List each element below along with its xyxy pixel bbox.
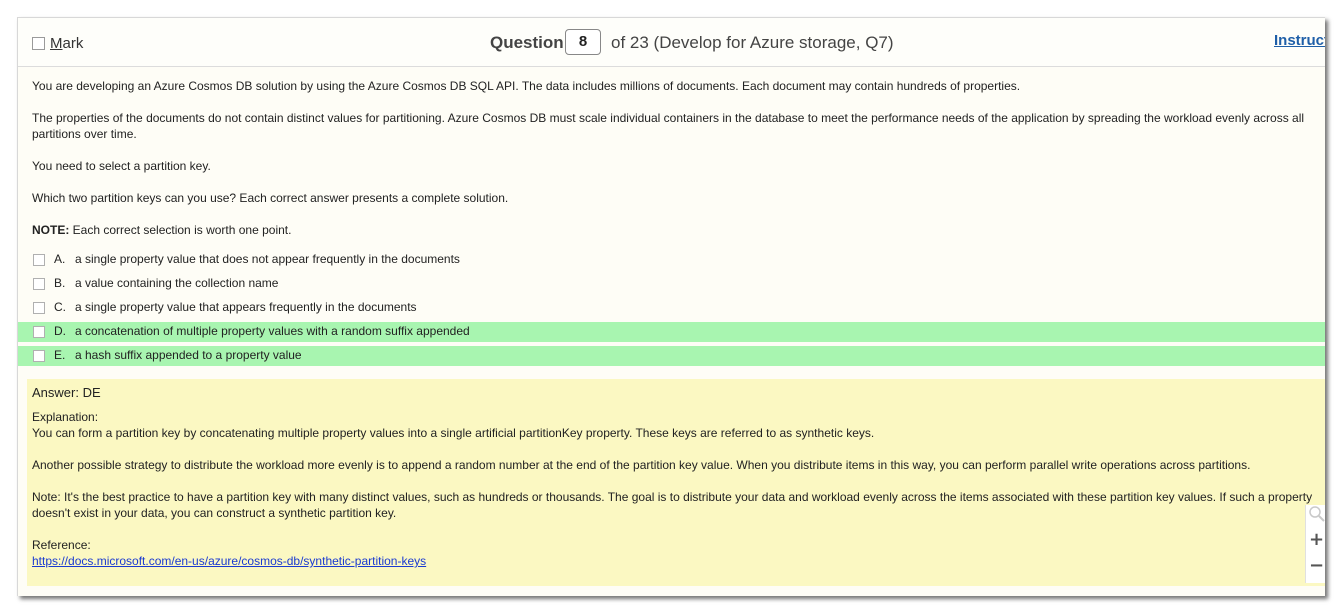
option-b[interactable]: B. a value containing the collection nam… — [18, 274, 1325, 294]
question-note: NOTE: Each correct selection is worth on… — [32, 222, 1322, 238]
question-paragraph: Which two partition keys can you use? Ea… — [32, 191, 509, 205]
question-body: You are developing an Azure Cosmos DB so… — [32, 78, 1322, 254]
option-a[interactable]: A. a single property value that does not… — [18, 250, 1325, 270]
answer-explanation-panel: Answer: DE Explanation: You can form a p… — [27, 379, 1325, 586]
question-paragraph: You are developing an Azure Cosmos DB so… — [32, 79, 1021, 93]
option-text: a single property value that appears fre… — [75, 300, 417, 314]
mark-label[interactable]: Mark — [50, 35, 83, 52]
mark-label-rest: ark — [62, 35, 84, 52]
option-d[interactable]: D. a concatenation of multiple property … — [18, 322, 1325, 342]
option-text: a concatenation of multiple property val… — [75, 324, 470, 338]
explanation-label: Explanation: — [32, 410, 99, 424]
instructions-link[interactable]: Instructions — [1274, 32, 1325, 49]
option-letter: E. — [54, 348, 66, 362]
mark-checkbox[interactable] — [32, 37, 45, 50]
option-letter: C. — [54, 300, 66, 314]
option-e[interactable]: E. a hash suffix appended to a property … — [18, 346, 1325, 366]
question-count: of 23 (Develop for Azure storage, Q7) — [611, 33, 894, 52]
option-letter: D. — [54, 324, 66, 338]
option-checkbox[interactable] — [33, 254, 45, 266]
question-number-input[interactable]: 8 — [565, 29, 601, 55]
explanation-paragraph: You can form a partition key by concaten… — [32, 426, 875, 440]
option-checkbox[interactable] — [33, 302, 45, 314]
option-text: a single property value that does not ap… — [75, 252, 460, 266]
magnifier-icon[interactable] — [1308, 505, 1325, 523]
question-window: Mark Question 8 of 23 (Develop for Azure… — [17, 17, 1325, 596]
question-header: Mark Question 8 of 23 (Develop for Azure… — [18, 18, 1325, 67]
option-text: a hash suffix appended to a property val… — [75, 348, 302, 362]
zoom-in-button[interactable]: + — [1309, 529, 1324, 550]
zoom-out-button[interactable]: − — [1309, 555, 1324, 576]
note-text: Each correct selection is worth one poin… — [69, 223, 292, 237]
option-checkbox[interactable] — [33, 326, 45, 338]
note-label: NOTE: — [32, 223, 70, 237]
reference-label: Reference: — [32, 538, 91, 552]
mark-label-accesskey: M — [50, 35, 63, 52]
question-paragraph: The properties of the documents do not c… — [32, 111, 1305, 141]
explanation-paragraph: Note: It's the best practice to have a p… — [32, 490, 1313, 520]
answer-line: Answer: DE — [32, 385, 101, 400]
question-label: Question — [490, 33, 564, 52]
option-text: a value containing the collection name — [75, 276, 279, 290]
option-c[interactable]: C. a single property value that appears … — [18, 298, 1325, 318]
question-paragraph: You need to select a partition key. — [32, 159, 211, 173]
reference-link[interactable]: https://docs.microsoft.com/en-us/azure/c… — [32, 554, 426, 568]
explanation-paragraph: Another possible strategy to distribute … — [32, 458, 1251, 472]
option-checkbox[interactable] — [33, 350, 45, 362]
option-checkbox[interactable] — [33, 278, 45, 290]
option-letter: A. — [54, 252, 66, 266]
option-letter: B. — [54, 276, 66, 290]
zoom-controls: + − — [1305, 505, 1325, 583]
